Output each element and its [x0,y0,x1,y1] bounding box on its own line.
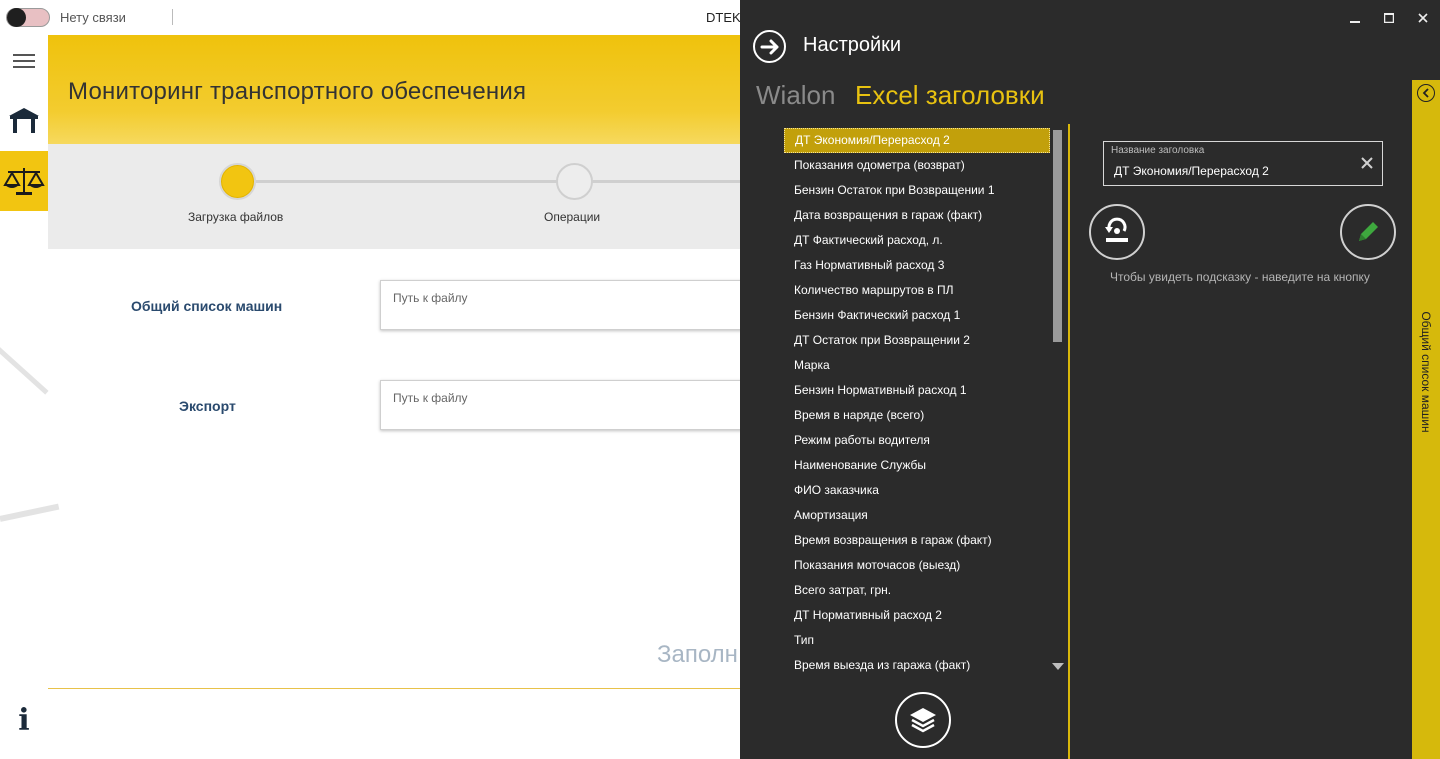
balance-button[interactable] [0,151,48,211]
header-name-label: Название заголовка [1111,145,1205,156]
panel-divider [1068,124,1070,759]
path-placeholder: Путь к файлу [393,391,468,405]
settings-panel: Настройки Wialon Excel заголовки ДТ Экон… [740,0,1440,759]
scroll-down-icon[interactable] [1052,663,1064,670]
fill-button-text[interactable]: Заполн [657,641,738,669]
header-band: Мониторинг транспортного обеспечения [48,35,740,144]
list-item[interactable]: ФИО заказчика [784,478,1050,503]
restore-button[interactable] [1089,204,1145,260]
bottom-divider [48,688,740,689]
restore-icon [1105,217,1128,242]
list-item[interactable]: Бензин Фактический расход 1 [784,303,1050,328]
back-button[interactable] [753,30,786,63]
header-name-field[interactable]: Название заголовка ДТ Экономия/Перерасхо… [1103,141,1383,186]
header-name-value[interactable]: ДТ Экономия/Перерасход 2 [1114,164,1269,178]
list-item[interactable]: ДТ Фактический расход, л. [784,228,1050,253]
excel-header-list: ДТ Экономия/Перерасход 2 Показания одомет… [784,128,1050,683]
scrollbar-thumb[interactable] [1053,130,1062,342]
tab-wialon[interactable]: Wialon [756,80,835,111]
list-item[interactable]: Тип [784,628,1050,653]
chevron-left-icon[interactable] [1417,84,1435,102]
step-2-label: Операции [544,210,601,224]
list-item[interactable]: Показания одометра (возврат) [784,153,1050,178]
edit-button[interactable] [1340,204,1396,260]
side-collapse-strip[interactable]: Общий список машин [1412,80,1440,759]
info-icon[interactable]: i [0,703,48,738]
step-1-label: Загрузка файлов [188,210,284,224]
list-item[interactable]: Режим работы водителя [784,428,1050,453]
connection-toggle[interactable] [6,8,50,27]
list-item[interactable]: Наименование Службы [784,453,1050,478]
minimize-button[interactable] [1338,0,1372,35]
page-title: Мониторинг транспортного обеспечения [68,78,527,105]
step-2-indicator[interactable] [556,163,593,200]
list-scrollbar[interactable] [1051,128,1065,683]
step-connector [238,180,740,183]
connection-status: Нету связи [60,10,126,25]
hamburger-icon [13,50,35,72]
minimize-icon [1350,20,1360,23]
list-item[interactable]: Время в наряде (всего) [784,403,1050,428]
layers-button[interactable] [895,692,951,748]
cars-list-label: Общий список машин [131,298,283,314]
maximize-icon [1384,12,1394,23]
export-path-input[interactable]: Путь к файлу [380,380,750,430]
list-item[interactable]: Показания моточасов (выезд) [784,553,1050,578]
app-window: Нету связи DTEK i Мониторинг транспортно… [0,0,1440,759]
list-item[interactable]: Бензин Нормативный расход 1 [784,378,1050,403]
toggle-knob [7,8,26,27]
clear-button[interactable] [1358,154,1376,172]
list-item[interactable]: Бензин Остаток при Возвращении 1 [784,178,1050,203]
window-title: DTEK [706,10,741,25]
list-item[interactable]: ДТ Остаток при Возвращении 2 [784,328,1050,353]
list-item[interactable]: Количество маршрутов в ПЛ [784,278,1050,303]
pencil-icon [1359,222,1378,241]
close-icon [1418,12,1428,23]
top-bar: Нету связи DTEK [0,0,741,35]
path-placeholder: Путь к файлу [393,291,468,305]
list-item[interactable]: ДТ Нормативный расход 2 [784,603,1050,628]
list-item[interactable]: Амортизация [784,503,1050,528]
list-item[interactable]: Дата возвращения в гараж (факт) [784,203,1050,228]
home-icon [9,108,39,133]
close-button[interactable] [1406,0,1440,35]
window-controls [1338,0,1440,35]
hint-text: Чтобы увидеть подсказку - наведите на кн… [1110,270,1370,284]
list-item[interactable]: Марка [784,353,1050,378]
cars-list-path-input[interactable]: Путь к файлу [380,280,750,330]
scales-icon [3,168,45,195]
menu-button[interactable] [0,35,48,87]
clear-icon [1361,157,1373,169]
home-button[interactable] [0,95,48,147]
maximize-button[interactable] [1372,0,1406,35]
left-nav: i [0,35,48,759]
list-item[interactable]: ДТ Экономия/Перерасход 2 [784,128,1050,153]
list-item[interactable]: Всего затрат, грн. [784,578,1050,603]
side-tab-label: Общий список машин [1419,311,1433,433]
step-1-indicator[interactable] [219,163,256,200]
export-label: Экспорт [179,398,236,414]
list-item[interactable]: Газ Нормативный расход 3 [784,253,1050,278]
list-item[interactable]: Время возвращения в гараж (факт) [784,528,1050,553]
stepper: Загрузка файлов Операции [48,144,740,249]
settings-title: Настройки [803,34,902,56]
layers-icon [910,708,936,733]
tab-excel-headers[interactable]: Excel заголовки [855,80,1045,111]
arrow-right-icon [760,39,778,54]
list-item[interactable]: Время выезда из гаража (факт) [784,653,1050,678]
divider [172,9,173,25]
